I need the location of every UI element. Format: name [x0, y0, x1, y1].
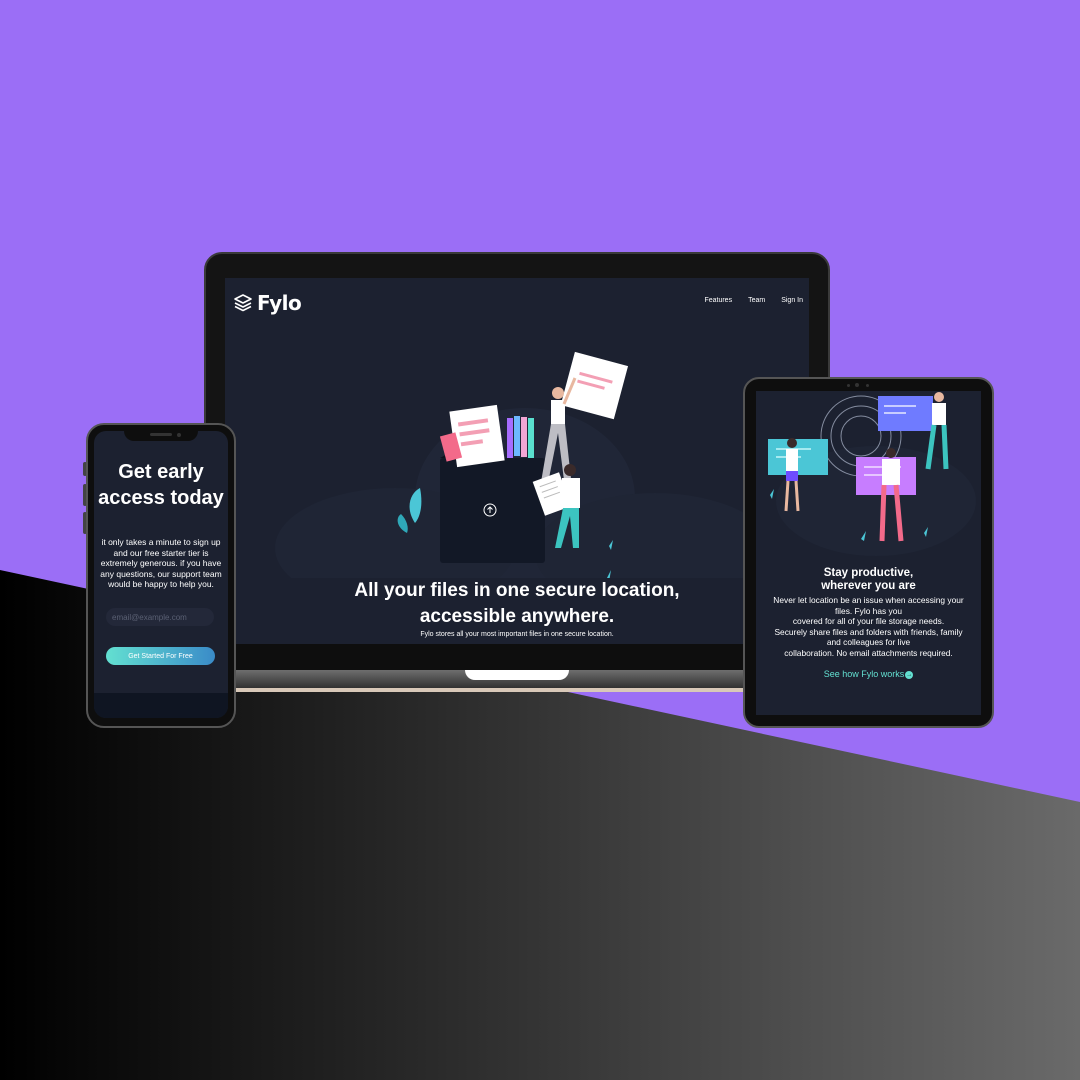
section-title: Stay productive, wherever you are — [821, 567, 916, 592]
get-started-button[interactable]: Get Started For Free — [106, 647, 215, 665]
link-label: See how Fylo works — [823, 669, 905, 679]
nav-link-team[interactable]: Team — [748, 297, 765, 304]
signup-description: it only takes a minute to sign up and ou… — [100, 537, 222, 589]
tablet-sensor — [847, 384, 850, 387]
signup-title: Get early access today — [98, 461, 224, 509]
hero-title: All your files in one secure location, a… — [354, 580, 680, 627]
laptop-hinge-notch — [465, 670, 569, 680]
fylo-logo[interactable]: Fylo — [233, 291, 302, 315]
phone-screen: Get early access today it only takes a m… — [94, 431, 228, 718]
laptop-screen: Fylo Features Team Sign In All your file… — [225, 278, 809, 644]
nav-link-sign-in[interactable]: Sign In — [781, 297, 803, 304]
see-how-fylo-works-link[interactable]: See how Fylo works → — [756, 669, 981, 679]
tablet-screen: Stay productive, wherever you are Never … — [756, 391, 981, 715]
hero-text: Fylo stores all your most important file… — [420, 631, 614, 638]
main-nav: Features Team Sign In — [704, 297, 803, 304]
email-input[interactable] — [106, 608, 214, 626]
arrow-right-circle-icon: → — [905, 670, 914, 679]
hero-illustration — [275, 351, 775, 578]
logo-text: Fylo — [257, 291, 302, 315]
phone-camera — [177, 433, 181, 437]
site-header: Fylo Features Team Sign In — [225, 278, 809, 328]
laptop-chin — [206, 644, 828, 670]
stacked-layers-icon — [234, 294, 252, 312]
phone-footer — [94, 693, 228, 718]
productivity-illustration — [768, 392, 976, 556]
tablet-camera — [855, 383, 859, 387]
nav-link-features[interactable]: Features — [704, 297, 732, 304]
laptop-base-edge — [200, 688, 836, 692]
section-description: Never let location be an issue when acce… — [773, 595, 964, 658]
phone-speaker — [150, 433, 172, 436]
tablet-sensor — [866, 384, 869, 387]
